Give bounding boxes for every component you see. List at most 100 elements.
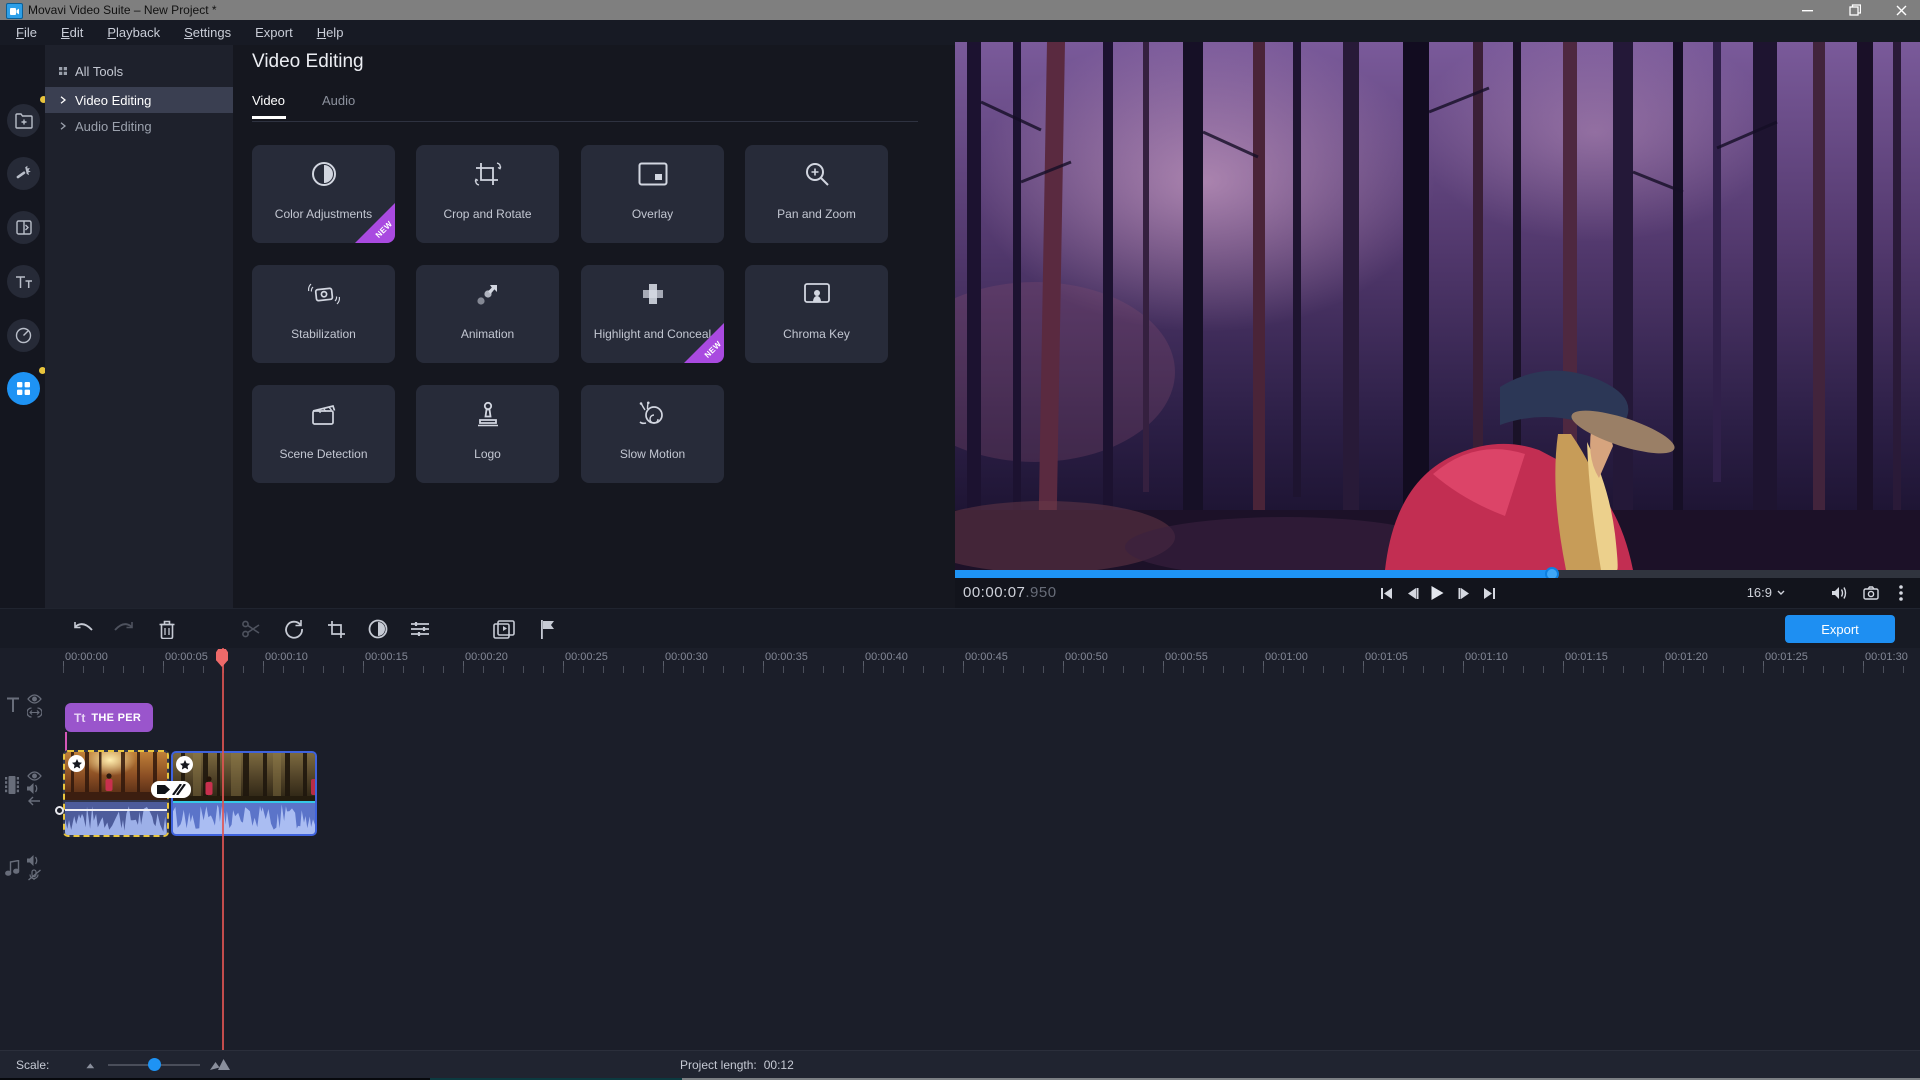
next-frame-button[interactable] [1453, 582, 1475, 604]
menu-file[interactable]: File [4, 20, 49, 45]
tab-audio[interactable]: Audio [322, 93, 355, 108]
menu-export[interactable]: Export [243, 20, 305, 45]
export-button[interactable]: Export [1785, 615, 1895, 643]
playback-bar: 00:00:07.950 16:9 [955, 578, 1920, 608]
clip2-volume-line[interactable] [173, 801, 315, 803]
video-track-arrow-icon[interactable] [27, 796, 41, 806]
menu-help[interactable]: Help [305, 20, 356, 45]
title-track-visibility-icon[interactable] [27, 694, 42, 704]
clip-properties-button[interactable] [408, 617, 432, 641]
card-chroma-key[interactable]: Chroma Key [745, 265, 888, 363]
title-track-link-icon[interactable] [27, 707, 42, 718]
zoom-in-icon[interactable] [210, 1059, 230, 1070]
title-clip-icon: Tt [74, 711, 85, 725]
contrast-icon [252, 157, 395, 191]
more-options-kebab[interactable] [1890, 582, 1912, 604]
stabilization-icon [252, 277, 395, 311]
window-titlebar[interactable]: Movavi Video Suite – New Project * [0, 0, 1920, 20]
previous-frame-button[interactable] [1401, 582, 1423, 604]
tree-video-editing[interactable]: Video Editing [45, 87, 233, 113]
video-track-audio-icon[interactable] [27, 783, 41, 794]
volume-button[interactable] [1828, 582, 1850, 604]
undo-button[interactable] [71, 617, 95, 641]
rotate-button[interactable] [282, 617, 306, 641]
grid-icon [59, 67, 67, 75]
menu-settings[interactable]: Settings [172, 20, 243, 45]
marker-flag-button[interactable] [535, 617, 559, 641]
redo-button[interactable] [112, 617, 136, 641]
more-tools-button[interactable] [7, 372, 40, 405]
restore-button[interactable] [1838, 0, 1872, 20]
card-overlay[interactable]: Overlay [581, 145, 724, 243]
animation-icon [416, 277, 559, 311]
snapshot-camera-button[interactable] [1860, 582, 1882, 604]
filters-wand-button[interactable] [7, 157, 40, 190]
tree-item-label: Video Editing [75, 93, 151, 108]
tree-all-tools[interactable]: All Tools [45, 58, 233, 84]
title-track-icon [6, 697, 20, 712]
aspect-ratio-dropdown[interactable]: 16:9 [1747, 585, 1785, 600]
clip2-star-badge[interactable] [176, 756, 193, 773]
card-logo[interactable]: Logo [416, 385, 559, 483]
title-clip[interactable]: Tt THE PER [65, 703, 153, 732]
preview-frame-forest [955, 42, 1920, 570]
clip1-star-badge[interactable] [68, 755, 85, 772]
play-button[interactable] [1426, 582, 1448, 604]
card-scene-detection[interactable]: Scene Detection [252, 385, 395, 483]
menu-playback[interactable]: Playback [95, 20, 172, 45]
tab-video[interactable]: Video [252, 93, 285, 108]
stamp-icon [416, 397, 559, 431]
clip1-volume-handle[interactable] [55, 806, 64, 815]
seek-bar[interactable] [955, 570, 1920, 578]
snail-icon [581, 397, 724, 431]
card-color-adjustments[interactable]: Color Adjustments NEW [252, 145, 395, 243]
duration-clock-button[interactable] [7, 319, 40, 352]
transition-badge[interactable] [151, 781, 191, 798]
crop-button[interactable] [324, 617, 348, 641]
card-pan-and-zoom[interactable]: Pan and Zoom [745, 145, 888, 243]
card-slow-motion[interactable]: Slow Motion [581, 385, 724, 483]
color-adjustments-button[interactable] [366, 617, 390, 641]
zoom-out-icon[interactable] [84, 1061, 97, 1069]
card-highlight-and-conceal[interactable]: Highlight and Conceal NEW [581, 265, 724, 363]
card-crop-and-rotate[interactable]: Crop and Rotate [416, 145, 559, 243]
all-tools-label: All Tools [75, 64, 123, 79]
clip2-waveform [173, 801, 315, 834]
video-track-icon [5, 776, 19, 794]
overlay-manager-button[interactable] [492, 617, 516, 641]
card-label: Animation [416, 311, 559, 357]
titles-button[interactable] [7, 265, 40, 298]
card-stabilization[interactable]: Stabilization [252, 265, 395, 363]
pan-zoom-icon [745, 157, 888, 191]
video-preview [955, 42, 1920, 570]
minimize-button[interactable] [1790, 0, 1824, 20]
clip1-volume-line[interactable] [65, 809, 167, 811]
audio-track-volume-icon[interactable] [27, 855, 41, 866]
card-label: Logo [416, 431, 559, 477]
split-scissors-button[interactable] [239, 617, 263, 641]
close-icon[interactable] [1884, 0, 1918, 20]
app-icon [6, 3, 23, 19]
video-track-visibility-icon[interactable] [27, 771, 42, 781]
timeline-ruler[interactable]: 00:00:00 00:00:05 00:00:10 00:00:15 00:0… [0, 648, 1920, 674]
scale-slider-handle[interactable] [148, 1058, 161, 1071]
clapperboard-icon [252, 397, 395, 431]
tree-audio-editing[interactable]: Audio Editing [45, 113, 233, 139]
timeline-toolbar: Export [0, 608, 1920, 648]
audio-track-mic-muted-icon[interactable] [27, 869, 42, 881]
tree-item-label: Audio Editing [75, 119, 152, 134]
clip1-waveform [65, 802, 167, 835]
title-clip-connector [65, 732, 67, 751]
delete-button[interactable] [155, 617, 179, 641]
menu-edit[interactable]: Edit [49, 20, 95, 45]
import-media-button[interactable] [7, 104, 40, 137]
transitions-button[interactable] [7, 211, 40, 244]
seek-progress [955, 570, 1552, 578]
current-timecode: 00:00:07.950 [963, 584, 1057, 601]
skip-end-button[interactable] [1478, 582, 1500, 604]
chevron-down-icon [1777, 590, 1785, 595]
pixelate-icon [581, 277, 724, 311]
skip-start-button[interactable] [1375, 582, 1397, 604]
audio-track-icon [5, 860, 20, 876]
card-animation[interactable]: Animation [416, 265, 559, 363]
